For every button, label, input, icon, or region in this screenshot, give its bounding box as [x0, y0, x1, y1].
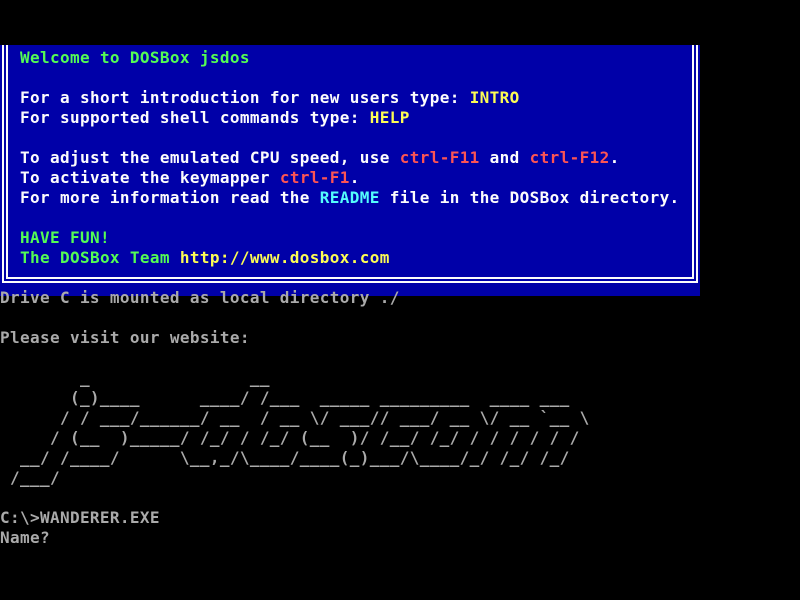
drive-mounted-message: Drive C is mounted as local directory ./: [0, 288, 400, 307]
website-prompt: Please visit our website:: [0, 328, 250, 347]
welcome-box-text-segment: ctrl-F1: [279, 168, 350, 187]
welcome-box-line: To activate the keymapper ctrl-F1.: [20, 168, 360, 188]
welcome-box-text-segment: For a short introduction for new users t…: [20, 88, 470, 107]
ascii-art-line: (_)____ ____/ /___ _____ _________ ____ …: [0, 388, 570, 407]
ascii-art-line: / / ___/______/ __ / __ \/ ___// ___/ __…: [0, 408, 590, 427]
box-border-left-inner: [6, 45, 8, 279]
welcome-box-text-segment: ctrl-F12: [529, 148, 610, 167]
welcome-box-line: Welcome to DOSBox jsdos: [20, 48, 250, 68]
welcome-box-text-segment: Welcome to DOSBox jsdos: [20, 48, 250, 67]
ascii-art-line: __/ /____/ \__,_/\____/____(_)___/\____/…: [0, 448, 570, 467]
welcome-box-text-segment: README: [319, 188, 380, 207]
welcome-box-text-segment: ctrl-F11: [399, 148, 480, 167]
welcome-box-line: For supported shell commands type: HELP: [20, 108, 410, 128]
box-border-right-inner: [692, 45, 694, 279]
dosbox-terminal-screen[interactable]: Welcome to DOSBox jsdos For a short intro…: [0, 0, 800, 600]
ascii-art-line: _ __: [0, 368, 270, 387]
welcome-box-text-segment: .: [349, 168, 360, 187]
welcome-box-text-segment: .: [609, 148, 620, 167]
welcome-box-text-segment: and: [479, 148, 530, 167]
welcome-box-line: For a short introduction for new users t…: [20, 88, 520, 108]
welcome-box-line: To adjust the emulated CPU speed, use ct…: [20, 148, 620, 168]
welcome-box-line: HAVE FUN!: [20, 228, 110, 248]
welcome-box-text-segment: INTRO: [469, 88, 520, 107]
command-prompt-line: C:\>WANDERER.EXE: [0, 508, 160, 527]
welcome-box-text-segment: HELP: [369, 108, 410, 127]
welcome-box-text-segment: To activate the keymapper: [20, 168, 280, 187]
welcome-box-text-segment: For more information read the: [20, 188, 320, 207]
box-border-bottom-outer: [2, 281, 698, 283]
welcome-box-text-segment: file in the DOSBox directory.: [379, 188, 680, 207]
welcome-box-text-segment: HAVE FUN!: [20, 228, 110, 247]
welcome-box-text-segment: The DOSBox Team: [20, 248, 180, 267]
ascii-art-line: /___/: [0, 468, 60, 487]
name-input-prompt[interactable]: Name?: [0, 528, 50, 548]
welcome-box-text-segment: For supported shell commands type:: [20, 108, 370, 127]
box-border-left-outer: [2, 45, 4, 283]
welcome-box-line: The DOSBox Team http://www.dosbox.com: [20, 248, 390, 268]
ascii-art-line: / (__ )_____/ /_/ / /_/ (__ )/ /__/ /_/ …: [0, 428, 580, 447]
box-border-right-outer: [696, 45, 698, 283]
welcome-box-text-segment: http://www.dosbox.com: [179, 248, 390, 267]
welcome-box-text-segment: To adjust the emulated CPU speed, use: [20, 148, 400, 167]
welcome-box-line: For more information read the README fil…: [20, 188, 680, 208]
box-border-bottom-inner: [6, 277, 694, 279]
